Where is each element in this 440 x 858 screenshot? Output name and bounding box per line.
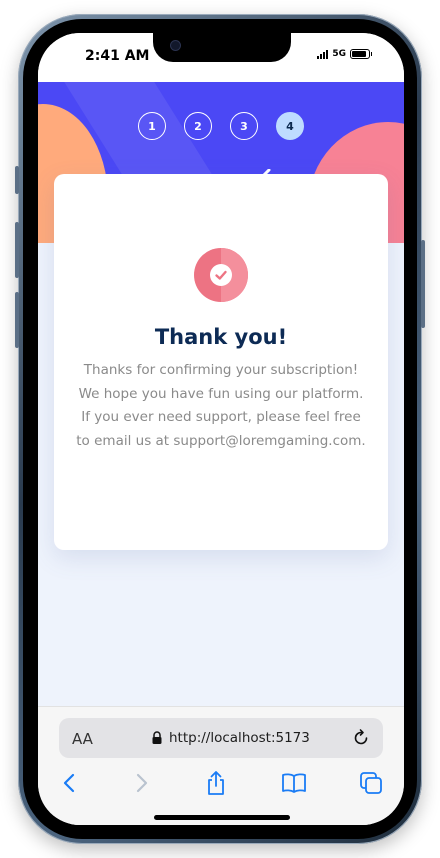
step-1[interactable]: 1 [138, 112, 166, 140]
browser-chrome: AA http://localhost:5173 [38, 706, 404, 825]
check-circle-icon [194, 248, 248, 302]
reload-icon[interactable] [351, 728, 371, 748]
confirmation-message: Thanks for confirming your subscription!… [76, 362, 366, 449]
volume-down-button [15, 292, 19, 348]
url-text[interactable]: http://localhost:5173 [169, 730, 310, 746]
confirmation-card: Thank you! Thanks for confirming your su… [54, 174, 388, 550]
side-button [15, 166, 19, 194]
page-content: 1 2 3 4 Thank you! Thanks for confirming… [38, 82, 404, 706]
step-3[interactable]: 3 [230, 112, 258, 140]
status-indicators: 5G [317, 49, 372, 59]
step-4-active[interactable]: 4 [276, 112, 304, 140]
volume-up-button [15, 222, 19, 278]
bookmarks-icon[interactable] [280, 769, 308, 797]
home-indicator[interactable] [154, 815, 290, 820]
power-button [421, 240, 425, 328]
text-size-button[interactable]: AA [72, 730, 93, 748]
camera-icon [171, 41, 180, 50]
battery-icon [350, 49, 372, 59]
address-bar[interactable]: AA http://localhost:5173 [59, 718, 383, 758]
step-2[interactable]: 2 [184, 112, 212, 140]
phone-screen: 2:41 AM 5G 1 2 3 4 Thank you! Thanks for… [38, 33, 404, 825]
share-icon[interactable] [202, 769, 230, 797]
network-label: 5G [332, 49, 346, 59]
lock-icon [152, 731, 162, 744]
signal-icon [317, 49, 329, 59]
camera-notch [153, 33, 291, 62]
status-time: 2:41 AM [85, 48, 150, 64]
forward-icon[interactable] [128, 769, 156, 797]
tabs-icon[interactable] [357, 769, 385, 797]
back-icon[interactable] [55, 769, 83, 797]
page-title: Thank you! [154, 325, 288, 349]
